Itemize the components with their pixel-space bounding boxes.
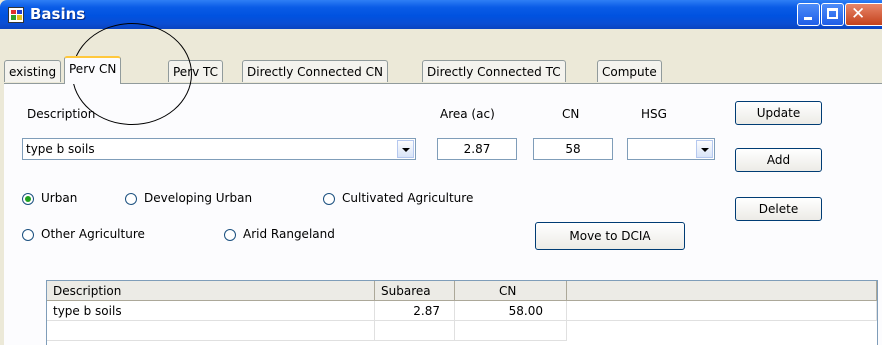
app-icon: [8, 7, 24, 23]
hsg-label: HSG: [641, 107, 667, 121]
radio-urban-label: Urban: [41, 191, 78, 205]
pervious-areas-grid[interactable]: Description Subarea CN type b soils 2.87…: [46, 280, 878, 345]
maximize-button[interactable]: [821, 3, 844, 26]
grid-header-cn[interactable]: CN: [455, 281, 567, 301]
cn-label: CN: [562, 107, 580, 121]
basins-window: Basins ✕ existing Perv CN Perv TC Direct…: [0, 0, 882, 345]
hsg-combobox[interactable]: [627, 138, 715, 160]
radio-developing-urban-label: Developing Urban: [144, 191, 253, 205]
table-cell-empty[interactable]: [455, 321, 567, 341]
window-title: Basins: [30, 5, 86, 23]
chevron-down-icon: [402, 148, 410, 152]
table-cell-description[interactable]: type b soils: [47, 301, 375, 321]
description-dropdown-button[interactable]: [397, 140, 414, 158]
radio-other-agriculture[interactable]: [22, 229, 34, 241]
add-button[interactable]: Add: [735, 148, 822, 172]
tab-existing[interactable]: existing: [4, 60, 62, 82]
maximize-icon: [827, 8, 838, 19]
radio-cultivated-agriculture-label: Cultivated Agriculture: [342, 191, 474, 205]
table-cell-empty[interactable]: [375, 321, 455, 341]
title-bar[interactable]: Basins ✕: [0, 0, 882, 29]
radio-cultivated-agriculture[interactable]: [323, 193, 335, 205]
radio-arid-rangeland[interactable]: [224, 229, 236, 241]
radio-developing-urban[interactable]: [125, 193, 137, 205]
table-cell-cn[interactable]: 58.00: [455, 301, 567, 321]
description-combobox[interactable]: type b soils: [22, 138, 416, 160]
delete-button[interactable]: Delete: [735, 197, 822, 221]
grid-header-description[interactable]: Description: [47, 281, 375, 301]
radio-arid-rangeland-label: Arid Rangeland: [243, 227, 335, 241]
tab-directly-connected-cn[interactable]: Directly Connected CN: [242, 60, 388, 82]
grid-header-filler: [567, 281, 877, 301]
tab-directly-connected-tc[interactable]: Directly Connected TC: [422, 60, 566, 82]
description-value: type b soils: [26, 142, 95, 156]
radio-other-agriculture-label: Other Agriculture: [41, 227, 145, 241]
table-cell-filler: [567, 301, 877, 321]
move-to-dcia-button[interactable]: Move to DCIA: [535, 222, 685, 250]
radio-urban[interactable]: [22, 193, 34, 205]
tab-perv-tc[interactable]: Perv TC: [168, 60, 224, 82]
hsg-dropdown-button[interactable]: [696, 140, 713, 158]
table-cell-subarea[interactable]: 2.87: [375, 301, 455, 321]
chevron-down-icon: [701, 148, 709, 152]
close-icon: ✕: [851, 4, 866, 24]
minimize-icon: [804, 17, 812, 20]
area-input[interactable]: 2.87: [437, 138, 517, 160]
table-cell-empty[interactable]: [47, 321, 375, 341]
minimize-button[interactable]: [797, 3, 820, 26]
cn-input[interactable]: 58: [533, 138, 613, 160]
grid-header-subarea[interactable]: Subarea: [375, 281, 455, 301]
tab-strip: existing Perv CN Perv TC Directly Connec…: [0, 29, 882, 84]
area-label: Area (ac): [440, 107, 495, 121]
description-label: Description: [27, 107, 96, 121]
update-button[interactable]: Update: [735, 101, 822, 125]
tab-perv-cn[interactable]: Perv CN: [64, 56, 122, 84]
tab-compute[interactable]: Compute: [597, 60, 662, 82]
close-button[interactable]: ✕: [845, 3, 882, 26]
